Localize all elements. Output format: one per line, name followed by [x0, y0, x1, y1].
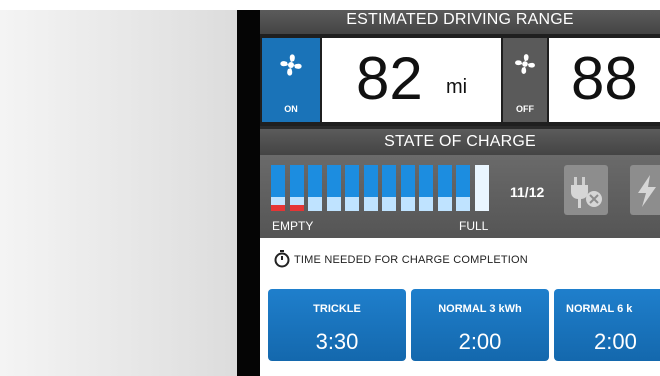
charge-bar	[363, 165, 378, 211]
fan-icon	[280, 54, 302, 76]
fan-off-button[interactable]: OFF	[503, 38, 547, 122]
charge-bar-base	[437, 197, 452, 211]
charge-bar-base	[308, 197, 322, 211]
mode-name: NORMAL 3 kWh	[438, 303, 522, 315]
charge-empty-label: EMPTY	[272, 219, 314, 233]
charge-modes: TRICKLE 3:30 NORMAL 3 kWh 2:00 NORMAL 6 …	[260, 281, 660, 376]
charge-bar-base	[382, 197, 396, 211]
charge-bar-base	[419, 197, 433, 211]
mode-normal-3kwh-button[interactable]: NORMAL 3 kWh 2:00	[411, 289, 549, 361]
mode-time: 2:00	[594, 329, 637, 354]
mode-time: 3:30	[315, 329, 359, 354]
charge-bar	[345, 165, 359, 211]
charge-bar-base	[363, 197, 378, 211]
range-on-unit: mi	[446, 76, 468, 98]
charge-bar	[271, 165, 285, 211]
charge-bar-base	[345, 197, 359, 211]
range-row: ON 82 mi OFF 88	[260, 34, 660, 126]
charge-full-label: FULL	[459, 219, 489, 233]
range-on-value-box: 82 mi	[322, 38, 501, 122]
charge-panel: EMPTY FULL 11/12	[260, 155, 660, 238]
charge-bar	[289, 165, 304, 211]
charge-bar	[474, 165, 489, 211]
background-panel	[0, 0, 237, 376]
charge-bar	[400, 165, 415, 211]
charge-bar-base	[456, 197, 470, 211]
range-on-value: 82	[356, 45, 423, 112]
charge-time-label: TIME NEEDED FOR CHARGE COMPLETION	[294, 254, 528, 266]
range-header: ESTIMATED DRIVING RANGE	[260, 10, 660, 34]
charge-bar	[437, 165, 452, 211]
charge-bar-base	[400, 197, 415, 211]
unplug-icon	[571, 177, 602, 208]
charge-header: STATE OF CHARGE	[260, 129, 660, 155]
charge-bar	[382, 165, 396, 211]
quick-charge-button[interactable]	[630, 165, 660, 215]
fan-icon	[515, 54, 535, 74]
unplug-button[interactable]	[564, 165, 608, 215]
stopwatch-icon	[274, 250, 290, 268]
top-margin	[0, 0, 660, 10]
charge-bar	[326, 165, 341, 211]
fan-off-label: OFF	[516, 104, 534, 114]
charge-bar	[308, 165, 322, 211]
bolt-icon	[638, 175, 656, 207]
charge-bar-base	[474, 197, 489, 211]
charge-bar-base	[326, 197, 341, 211]
fan-on-label: ON	[284, 104, 298, 114]
charge-count: 11/12	[510, 184, 545, 200]
charge-bar	[456, 165, 470, 211]
mode-name: TRICKLE	[313, 303, 361, 315]
charge-bar-warning	[271, 205, 285, 211]
mode-trickle-button[interactable]: TRICKLE 3:30	[268, 289, 406, 361]
mode-time: 2:00	[458, 329, 502, 354]
charge-bar	[419, 165, 433, 211]
mode-normal-6kwh-button[interactable]: NORMAL 6 k 2:00	[554, 289, 660, 361]
mode-name: NORMAL 6 k	[566, 303, 633, 315]
device-bezel	[237, 10, 260, 376]
device-screen: ESTIMATED DRIVING RANGE ON 82 mi OFF 88 …	[260, 10, 660, 376]
range-off-value-box: 88	[549, 38, 660, 122]
charge-bar-warning	[289, 205, 304, 211]
fan-on-button[interactable]: ON	[262, 38, 320, 122]
charge-time-row: TIME NEEDED FOR CHARGE COMPLETION	[260, 238, 660, 281]
range-off-value: 88	[571, 45, 638, 112]
